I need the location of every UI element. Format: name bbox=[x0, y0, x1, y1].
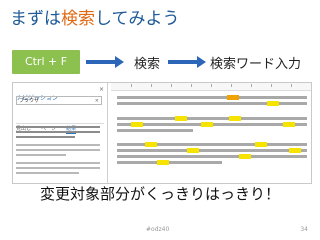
document-body[interactable] bbox=[111, 83, 311, 183]
match-highlight bbox=[255, 142, 267, 147]
step-search-label: 検索 bbox=[134, 57, 161, 72]
document-paragraph bbox=[117, 116, 307, 135]
title-before: まずは bbox=[10, 9, 61, 29]
match-highlight bbox=[239, 154, 251, 159]
match-highlight bbox=[283, 122, 295, 127]
match-highlight bbox=[187, 148, 199, 153]
match-highlight bbox=[175, 116, 187, 121]
match-highlight bbox=[131, 122, 143, 127]
arrow-right-icon bbox=[86, 56, 124, 68]
list-item[interactable] bbox=[16, 144, 100, 159]
search-input-value: ブラウザ bbox=[19, 98, 40, 104]
ruler bbox=[111, 83, 311, 91]
search-flow: Ctrl + F 検索 検索ワード入力 bbox=[0, 50, 320, 76]
navigation-pane: ナビゲーション × ブラウザ × 見出し ページ 結果 bbox=[13, 83, 108, 183]
match-highlight bbox=[201, 122, 213, 127]
match-highlight bbox=[227, 95, 239, 100]
shortcut-key-badge: Ctrl + F bbox=[12, 50, 80, 74]
search-input[interactable]: ブラウザ × bbox=[16, 96, 102, 105]
clear-search-icon[interactable]: × bbox=[95, 97, 99, 106]
match-highlight bbox=[145, 142, 157, 147]
navigation-pane-header: ナビゲーション × bbox=[16, 85, 104, 102]
close-icon[interactable]: × bbox=[99, 85, 104, 94]
title-after: してみよう bbox=[95, 9, 180, 29]
navigation-tabs: 見出し ページ 結果 bbox=[16, 115, 104, 134]
match-highlight bbox=[289, 148, 301, 153]
match-highlight bbox=[267, 101, 279, 106]
match-highlight bbox=[157, 160, 169, 165]
step-keyword-label: 検索ワード入力 bbox=[210, 57, 302, 72]
caption: 変更対象部分がくっきりはっきり！ bbox=[39, 185, 280, 203]
word-screenshot: ナビゲーション × ブラウザ × 見出し ページ 結果 bbox=[12, 82, 312, 184]
document-paragraph bbox=[117, 95, 307, 108]
slide-title: まずは検索してみよう bbox=[10, 6, 180, 32]
search-results-list bbox=[16, 126, 100, 180]
document-paragraph bbox=[117, 142, 307, 167]
list-item[interactable] bbox=[16, 162, 100, 177]
match-highlight bbox=[229, 116, 241, 121]
list-item[interactable] bbox=[16, 126, 100, 141]
page-number: 34 bbox=[300, 226, 308, 233]
arrow-right-icon bbox=[168, 56, 206, 68]
footer-hashtag: #odz40 bbox=[146, 226, 170, 233]
title-highlight: 検索 bbox=[61, 9, 95, 29]
